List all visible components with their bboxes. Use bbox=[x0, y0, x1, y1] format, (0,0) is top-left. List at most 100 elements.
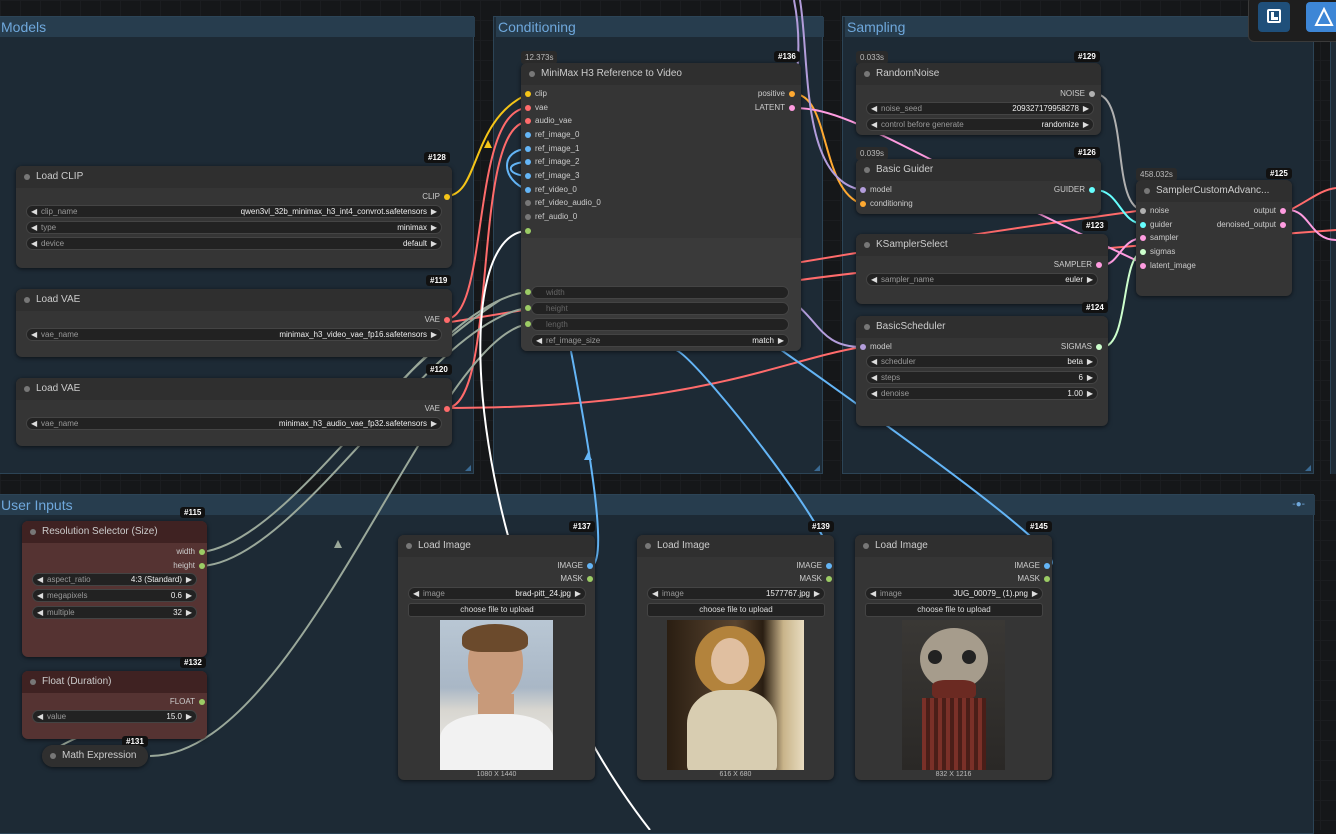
control-combo[interactable]: ◀ control before generate randomize ▶ bbox=[866, 118, 1094, 131]
collapse-dot-icon[interactable] bbox=[24, 297, 30, 303]
output-height[interactable]: height bbox=[173, 560, 207, 572]
image-combo[interactable]: ◀ image JUG_00079_ (1).png ▶ bbox=[865, 587, 1043, 600]
node-basic-scheduler[interactable]: #124 BasicScheduler model SIGMAS ◀ schedu… bbox=[856, 302, 1108, 426]
output-float[interactable]: FLOAT bbox=[170, 696, 207, 708]
node-header[interactable]: Basic Guider bbox=[856, 159, 1101, 181]
output-width[interactable]: width bbox=[176, 546, 207, 558]
input-ref-image-3[interactable]: ref_image_3 bbox=[521, 170, 579, 182]
node-ksampler-select[interactable]: #123 KSamplerSelect SAMPLER ◀ sampler_nam… bbox=[856, 220, 1108, 304]
noise-seed-input[interactable]: ◀ noise_seed 209327179958278 ▶ bbox=[866, 102, 1094, 115]
denoise-input[interactable]: ◀ denoise 1.00 ▶ bbox=[866, 387, 1098, 400]
input-clip[interactable]: clip bbox=[521, 88, 547, 100]
input-noise[interactable]: noise bbox=[1136, 205, 1169, 217]
output-vae[interactable]: VAE bbox=[425, 403, 452, 415]
node-load-image-1[interactable]: #137 Load Image IMAGE MASK ◀ image brad-pi… bbox=[398, 521, 595, 780]
node-load-image-3[interactable]: #145 Load Image IMAGE MASK ◀ image JUG_000… bbox=[855, 521, 1052, 780]
output-output[interactable]: output bbox=[1254, 205, 1288, 217]
type-combo[interactable]: ◀ type minimax ▶ bbox=[26, 221, 442, 234]
output-image[interactable]: IMAGE bbox=[1014, 560, 1052, 572]
collapse-dot-icon[interactable] bbox=[406, 543, 412, 549]
output-denoised[interactable]: denoised_output bbox=[1217, 219, 1288, 231]
input-ref-image-1[interactable]: ref_image_1 bbox=[521, 143, 579, 155]
output-latent[interactable]: LATENT bbox=[755, 102, 797, 114]
node-header[interactable]: Resolution Selector (Size) bbox=[22, 521, 207, 543]
collapse-dot-icon[interactable] bbox=[24, 174, 30, 180]
node-minimax-ref-to-video[interactable]: 12.373s #136 MiniMax H3 Reference to Vid… bbox=[521, 51, 801, 351]
collapse-dot-icon[interactable] bbox=[864, 71, 870, 77]
node-load-vae-audio[interactable]: #120 Load VAE VAE ◀ vae_name minimax_h3_au… bbox=[16, 364, 452, 446]
collapse-dot-icon[interactable] bbox=[30, 529, 36, 535]
input-audio-vae[interactable]: audio_vae bbox=[521, 115, 572, 127]
node-header[interactable]: Load Image bbox=[855, 535, 1052, 557]
input-sampler[interactable]: sampler bbox=[1136, 232, 1178, 244]
node-header[interactable]: RandomNoise bbox=[856, 63, 1101, 85]
node-header[interactable]: Math Expression bbox=[42, 745, 148, 767]
collapse-dot-icon[interactable] bbox=[645, 543, 651, 549]
multiple-input[interactable]: ◀ multiple 32 ▶ bbox=[32, 606, 197, 619]
collapse-dot-icon[interactable] bbox=[864, 242, 870, 248]
input-guider[interactable]: guider bbox=[1136, 219, 1172, 231]
input-ref-video-audio-0[interactable]: ref_video_audio_0 bbox=[521, 197, 601, 209]
node-header[interactable]: MiniMax H3 Reference to Video bbox=[521, 63, 801, 85]
node-header[interactable]: Load Image bbox=[637, 535, 834, 557]
megapixels-input[interactable]: ◀ megapixels 0.6 ▶ bbox=[32, 589, 197, 602]
input-ref-video-0[interactable]: ref_video_0 bbox=[521, 184, 577, 196]
input-vae[interactable]: vae bbox=[521, 102, 548, 114]
aspect-ratio-combo[interactable]: ◀ aspect_ratio 4:3 (Standard) ▶ bbox=[32, 573, 197, 586]
device-combo[interactable]: ◀ device default ▶ bbox=[26, 237, 442, 250]
node-resolution-selector[interactable]: #115 Resolution Selector (Size) width he… bbox=[22, 507, 207, 657]
node-header[interactable]: Load CLIP bbox=[16, 166, 452, 188]
node-header[interactable]: Load VAE bbox=[16, 378, 452, 400]
steps-input[interactable]: ◀ steps 6 ▶ bbox=[866, 371, 1098, 384]
node-header[interactable]: Float (Duration) bbox=[22, 671, 207, 693]
output-positive[interactable]: positive bbox=[758, 88, 797, 100]
sampler-name-combo[interactable]: ◀ sampler_name euler ▶ bbox=[866, 273, 1098, 286]
output-mask[interactable]: MASK bbox=[1017, 573, 1052, 585]
node-header[interactable]: BasicScheduler bbox=[856, 316, 1108, 338]
collapse-dot-icon[interactable] bbox=[529, 71, 535, 77]
ref-image-size-combo[interactable]: ◀ ref_image_size match ▶ bbox=[531, 334, 789, 347]
collapse-dot-icon[interactable] bbox=[30, 679, 36, 685]
height-input[interactable]: height bbox=[531, 302, 789, 315]
value-input[interactable]: ◀ value 15.0 ▶ bbox=[32, 710, 197, 723]
node-basic-guider[interactable]: 0.039s #126 Basic Guider model condition… bbox=[856, 147, 1101, 214]
input-extra[interactable] bbox=[521, 225, 535, 237]
scheduler-combo[interactable]: ◀ scheduler beta ▶ bbox=[866, 355, 1098, 368]
node-sampler-custom-advanced[interactable]: 458.032s #125 SamplerCustomAdvanc... noi… bbox=[1136, 168, 1292, 296]
input-ref-image-0[interactable]: ref_image_0 bbox=[521, 129, 579, 141]
node-float-duration[interactable]: #132 Float (Duration) FLOAT ◀ value 15.0 ▶ bbox=[22, 657, 207, 739]
output-image[interactable]: IMAGE bbox=[557, 560, 595, 572]
node-load-image-2[interactable]: #139 Load Image IMAGE MASK ◀ image 1577767… bbox=[637, 521, 834, 780]
vae-name-combo[interactable]: ◀ vae_name minimax_h3_audio_vae_fp32.safet… bbox=[26, 417, 442, 430]
upload-button[interactable]: choose file to upload bbox=[647, 603, 825, 617]
input-latent-image[interactable]: latent_image bbox=[1136, 260, 1196, 272]
output-noise[interactable]: NOISE bbox=[1060, 88, 1097, 100]
node-header[interactable]: Load Image bbox=[398, 535, 595, 557]
input-ref-image-2[interactable]: ref_image_2 bbox=[521, 156, 579, 168]
input-model[interactable]: model bbox=[856, 341, 892, 353]
input-sigmas[interactable]: sigmas bbox=[1136, 246, 1175, 258]
output-image[interactable]: IMAGE bbox=[796, 560, 834, 572]
collapse-dot-icon[interactable] bbox=[50, 753, 56, 759]
collapse-dot-icon[interactable] bbox=[864, 324, 870, 330]
node-load-clip[interactable]: #128 Load CLIP CLIP ◀ clip_name qwen3vl_32… bbox=[16, 152, 452, 268]
length-input[interactable]: length bbox=[531, 318, 789, 331]
node-load-vae-video[interactable]: #119 Load VAE VAE ◀ vae_name minimax_h3_vi… bbox=[16, 275, 452, 357]
output-sigmas[interactable]: SIGMAS bbox=[1061, 341, 1104, 353]
width-input[interactable]: width bbox=[531, 286, 789, 299]
image-combo[interactable]: ◀ image 1577767.jpg ▶ bbox=[647, 587, 825, 600]
output-vae[interactable]: VAE bbox=[425, 314, 452, 326]
output-mask[interactable]: MASK bbox=[799, 573, 834, 585]
input-ref-audio-0[interactable]: ref_audio_0 bbox=[521, 211, 577, 223]
collapse-dot-icon[interactable] bbox=[863, 543, 869, 549]
collapse-dot-icon[interactable] bbox=[1144, 188, 1150, 194]
input-model[interactable]: model bbox=[856, 184, 892, 196]
clip-name-combo[interactable]: ◀ clip_name qwen3vl_32b_minimax_h3_int4_co… bbox=[26, 205, 442, 218]
node-header[interactable]: KSamplerSelect bbox=[856, 234, 1108, 256]
node-header[interactable]: Load VAE bbox=[16, 289, 452, 311]
image-combo[interactable]: ◀ image brad-pitt_24.jpg ▶ bbox=[408, 587, 586, 600]
upload-button[interactable]: choose file to upload bbox=[408, 603, 586, 617]
node-random-noise[interactable]: 0.033s #129 RandomNoise NOISE ◀ noise_see… bbox=[856, 51, 1101, 135]
output-mask[interactable]: MASK bbox=[560, 573, 595, 585]
collapse-dot-icon[interactable] bbox=[864, 167, 870, 173]
